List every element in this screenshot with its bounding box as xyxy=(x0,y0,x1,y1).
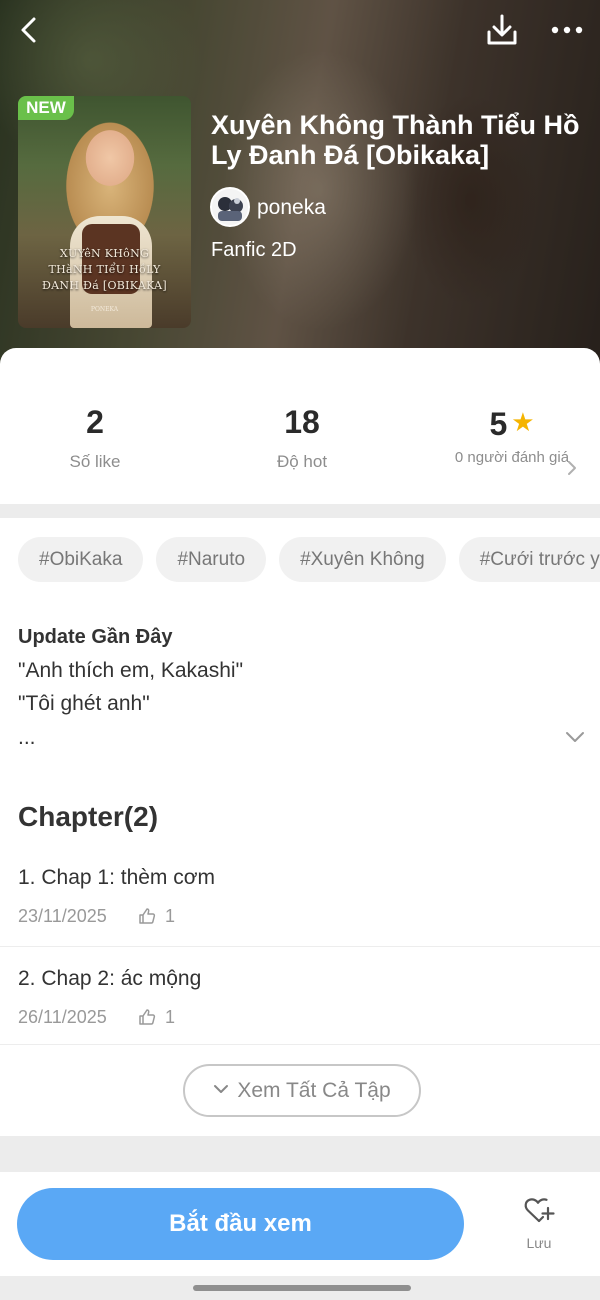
see-all-chapters-button[interactable]: Xem Tất Cả Tập xyxy=(183,1064,421,1117)
update-line: ... xyxy=(18,726,36,749)
chapter-date: 23/11/2025 xyxy=(18,906,107,926)
start-reading-button[interactable]: Bắt đầu xem xyxy=(17,1188,464,1260)
cover-author: PONEKA xyxy=(90,306,119,313)
save-button[interactable]: Lưu xyxy=(516,1194,562,1251)
back-arrow-icon[interactable] xyxy=(14,14,46,46)
tag-chip[interactable]: #ObiKaka xyxy=(18,537,144,582)
stat-hot: 18 Độ hot xyxy=(222,404,382,472)
chapter-likes: 1 xyxy=(165,906,176,926)
book-title: Xuyên Không Thành Tiểu Hồ Ly Đanh Đá [Ob… xyxy=(211,110,580,170)
heart-plus-icon xyxy=(524,1198,555,1223)
book-cover[interactable]: XUYêN KHôNG THàNH TIểU HồLY ĐANH Đá [OBI… xyxy=(18,96,191,328)
likes-label: Số like xyxy=(69,452,121,471)
chapter-likes: 1 xyxy=(165,1007,176,1027)
update-line: "Tôi ghét anh" xyxy=(18,692,150,715)
chapter-heading: Chapter(2) xyxy=(18,801,159,832)
chapter-item[interactable]: 1. Chap 1: thèm cơm 23/11/2025 1 xyxy=(0,846,600,946)
hot-count: 18 xyxy=(284,404,320,440)
author-name[interactable]: poneka xyxy=(257,196,326,220)
stat-likes: 2 Số like xyxy=(15,404,175,472)
save-label: Lưu xyxy=(526,1235,552,1251)
rating-value: 5 xyxy=(489,406,508,442)
more-icon[interactable] xyxy=(548,14,586,46)
thumbs-up-icon xyxy=(139,908,156,924)
hot-label: Độ hot xyxy=(276,452,328,471)
new-badge: NEW xyxy=(18,96,74,120)
home-indicator[interactable] xyxy=(193,1285,411,1291)
stat-rating[interactable]: 5 ★ 0 người đánh giá xyxy=(432,404,592,468)
thumbs-up-icon xyxy=(139,1009,156,1025)
tag-chip[interactable]: #Naruto xyxy=(156,537,267,582)
chapter-title: 1. Chap 1: thèm cơm xyxy=(18,866,216,889)
see-all-label: Xem Tất Cả Tập xyxy=(237,1079,391,1102)
tag-chip[interactable]: #Xuyên Không xyxy=(279,537,446,582)
stats-panel: 2 Số like 18 Độ hot 5 ★ 0 người đánh giá xyxy=(0,348,600,504)
tag-chip[interactable]: #Cưới trước yêu sau xyxy=(458,537,600,582)
genre-label: Fanfic 2D xyxy=(211,239,297,261)
star-icon: ★ xyxy=(511,407,535,437)
update-line: "Anh thích em, Kakashi" xyxy=(18,659,244,682)
divider xyxy=(0,1044,600,1045)
download-icon[interactable] xyxy=(484,12,520,48)
author-avatar[interactable] xyxy=(210,187,250,227)
chapter-date: 26/11/2025 xyxy=(18,1007,107,1027)
cover-title: XUYêN KHôNG THàNH TIểU HồLY ĐANH Đá [OBI… xyxy=(41,247,168,292)
chapter-item[interactable]: 2. Chap 2: ác mộng 26/11/2025 1 xyxy=(0,946,600,1046)
book-details: #ObiKaka #Naruto #Xuyên Không #Cưới trước y… xyxy=(0,518,600,1136)
chevron-down-icon[interactable] xyxy=(565,730,585,744)
likes-count: 2 xyxy=(86,404,104,440)
chevron-right-icon[interactable] xyxy=(566,460,578,476)
chevron-down-icon xyxy=(214,1085,229,1093)
bottom-action-bar: Bắt đầu xem Lưu xyxy=(0,1172,600,1276)
update-heading: Update Gần Đây xyxy=(18,626,173,648)
chapter-title: 2. Chap 2: ác mộng xyxy=(18,967,202,990)
tag-list: #ObiKaka #Naruto #Xuyên Không #Cưới trước y… xyxy=(18,537,600,582)
